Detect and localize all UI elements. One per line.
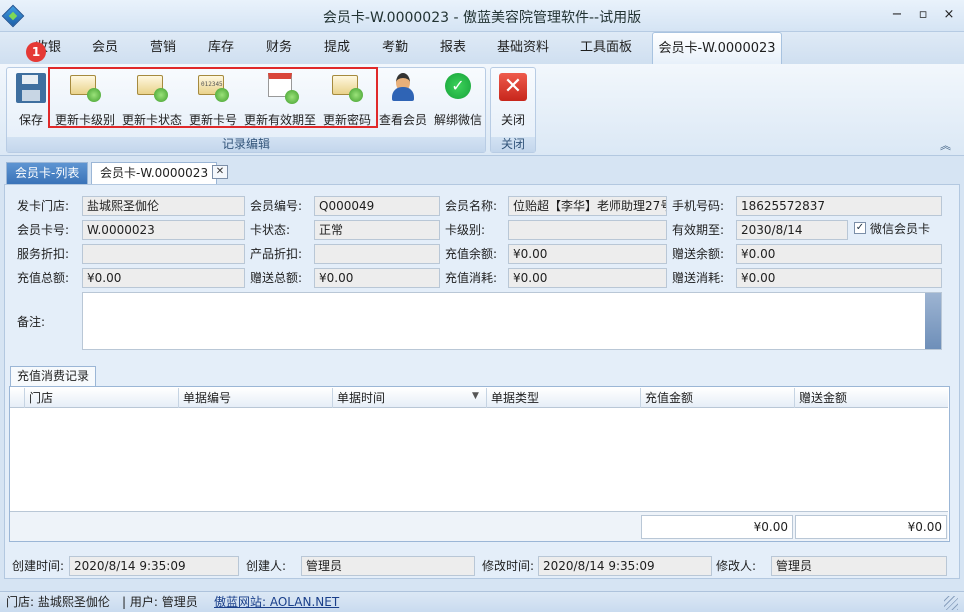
phone-field[interactable]: 18625572837 xyxy=(736,196,942,216)
recharge-spent-label: 充值消耗: xyxy=(445,271,498,285)
menu-tab-member[interactable]: 会员 xyxy=(85,32,125,64)
menu-tab-basic-data[interactable]: 基础资料 xyxy=(490,32,556,64)
gift-total-field[interactable]: ¥0.00 xyxy=(314,268,440,288)
save-label: 保存 xyxy=(18,113,43,127)
resize-grip-icon[interactable] xyxy=(944,596,958,610)
modifier-field[interactable]: 管理员 xyxy=(771,556,947,576)
tab-member-card-list[interactable]: 会员卡-列表 xyxy=(6,162,89,184)
gift-balance-field[interactable]: ¥0.00 xyxy=(736,244,942,264)
remark-label: 备注: xyxy=(17,315,46,329)
highlight-box xyxy=(48,67,378,128)
status-user: | 用户: 管理员 xyxy=(122,595,198,609)
col-gift-amount[interactable]: 赠送金额 xyxy=(794,388,948,408)
recharge-balance-field[interactable]: ¥0.00 xyxy=(508,244,667,264)
modifier-label: 修改人: xyxy=(716,559,757,573)
view-member-label: 查看会员 xyxy=(378,113,427,127)
member-name-field[interactable]: 位贻超【李华】老师助理27号 xyxy=(508,196,667,216)
menu-tab-finance[interactable]: 财务 xyxy=(259,32,299,64)
modified-time-label: 修改时间: xyxy=(482,559,535,573)
save-button[interactable]: 保存 xyxy=(12,73,50,131)
col-recharge-amount[interactable]: 充值金额 xyxy=(640,388,794,408)
sum-recharge-amount: ¥0.00 xyxy=(641,515,793,539)
member-no-field[interactable]: Q000049 xyxy=(314,196,440,216)
member-no-label: 会员编号: xyxy=(250,199,303,213)
save-icon xyxy=(16,73,46,103)
gift-spent-label: 赠送消耗: xyxy=(672,271,725,285)
col-doc-type[interactable]: 单据类型 xyxy=(486,388,640,408)
card-no-field[interactable]: W.0000023 xyxy=(82,220,245,240)
group-close-label: 关闭 xyxy=(491,137,535,152)
modified-time-field[interactable]: 2020/8/14 9:35:09 xyxy=(538,556,712,576)
issue-store-field[interactable]: 盐城熙圣伽伦 xyxy=(82,196,245,216)
card-no-label: 会员卡号: xyxy=(17,223,70,237)
minimize-button[interactable]: − xyxy=(884,4,910,26)
group-record-edit-label: 记录编辑 xyxy=(7,137,485,152)
view-member-button[interactable]: 查看会员 xyxy=(377,73,429,131)
card-level-label: 卡级别: xyxy=(445,223,486,237)
menu-tab-commission[interactable]: 提成 xyxy=(317,32,357,64)
recharge-spent-field[interactable]: ¥0.00 xyxy=(508,268,667,288)
menu-tab-marketing[interactable]: 营销 xyxy=(143,32,183,64)
gift-total-label: 赠送总额: xyxy=(250,271,303,285)
menu-tab-inventory[interactable]: 库存 xyxy=(201,32,241,64)
website-link[interactable]: 傲蓝网站: AOLAN.NET xyxy=(214,592,339,612)
product-discount-label: 产品折扣: xyxy=(250,247,303,261)
close-button[interactable]: ✕ 关闭 xyxy=(493,73,533,131)
menu-tab-reports[interactable]: 报表 xyxy=(433,32,473,64)
status-bar: 门店: 盐城熙圣伽伦 | 用户: 管理员 傲蓝网站: AOLAN.NET xyxy=(0,591,964,612)
phone-label: 手机号码: xyxy=(672,199,725,213)
creator-label: 创建人: xyxy=(246,559,287,573)
col-doc-time[interactable]: 单据时间 xyxy=(332,388,486,408)
card-status-label: 卡状态: xyxy=(250,223,291,237)
remark-scrollbar[interactable] xyxy=(925,293,941,349)
service-discount-label: 服务折扣: xyxy=(17,247,70,261)
status-store: 门店: 盐城熙圣伽伦 xyxy=(6,595,110,609)
product-discount-field[interactable] xyxy=(314,244,440,264)
remark-textarea[interactable] xyxy=(82,292,942,350)
tab-member-card-detail[interactable]: 会员卡-W.0000023 xyxy=(91,162,218,184)
step-badge: 1 xyxy=(26,42,46,62)
tab-recharge-records[interactable]: 充值消费记录 xyxy=(10,366,97,386)
window-title: 会员卡-W.0000023 - 傲蓝美容院管理软件--试用版 xyxy=(322,10,642,26)
menu-tab-member-card[interactable]: 会员卡-W.0000023 xyxy=(652,32,782,64)
close-window-button[interactable]: × xyxy=(936,4,962,26)
col-store[interactable]: 门店 xyxy=(24,388,178,408)
ribbon-collapse-icon[interactable]: ︽ xyxy=(940,137,951,153)
creator-field[interactable]: 管理员 xyxy=(301,556,475,576)
gift-balance-label: 赠送余额: xyxy=(672,247,725,261)
unbind-wechat-button[interactable]: ✓ 解绑微信 xyxy=(432,73,484,131)
restore-button[interactable]: ▫ xyxy=(910,4,936,26)
recharge-total-label: 充值总额: xyxy=(17,271,70,285)
sort-desc-icon[interactable]: ▼ xyxy=(472,391,479,401)
menu-tab-tools[interactable]: 工具面板 xyxy=(573,32,639,64)
wechat-card-label: 微信会员卡 xyxy=(870,222,931,236)
card-level-field[interactable] xyxy=(508,220,667,240)
member-person-icon xyxy=(388,73,418,103)
expiry-label: 有效期至: xyxy=(672,223,725,237)
unbind-wechat-label: 解绑微信 xyxy=(433,113,482,127)
recharge-total-field[interactable]: ¥0.00 xyxy=(82,268,245,288)
tab-close-icon[interactable]: ✕ xyxy=(212,165,228,179)
menu-tab-attendance[interactable]: 考勤 xyxy=(375,32,415,64)
sum-gift-amount: ¥0.00 xyxy=(795,515,947,539)
issue-store-label: 发卡门店: xyxy=(17,199,70,213)
service-discount-field[interactable] xyxy=(82,244,245,264)
expiry-field[interactable]: 2030/8/14 xyxy=(736,220,848,240)
wechat-card-checkbox[interactable]: ✓ xyxy=(854,222,866,234)
card-status-field[interactable]: 正常 xyxy=(314,220,440,240)
col-doc-no[interactable]: 单据编号 xyxy=(178,388,332,408)
gift-spent-field[interactable]: ¥0.00 xyxy=(736,268,942,288)
created-time-label: 创建时间: xyxy=(12,559,65,573)
member-name-label: 会员名称: xyxy=(445,199,498,213)
close-icon: ✕ xyxy=(499,73,527,101)
created-time-field[interactable]: 2020/8/14 9:35:09 xyxy=(69,556,239,576)
recharge-balance-label: 充值余额: xyxy=(445,247,498,261)
close-label: 关闭 xyxy=(500,113,525,127)
wechat-check-icon: ✓ xyxy=(445,73,471,99)
